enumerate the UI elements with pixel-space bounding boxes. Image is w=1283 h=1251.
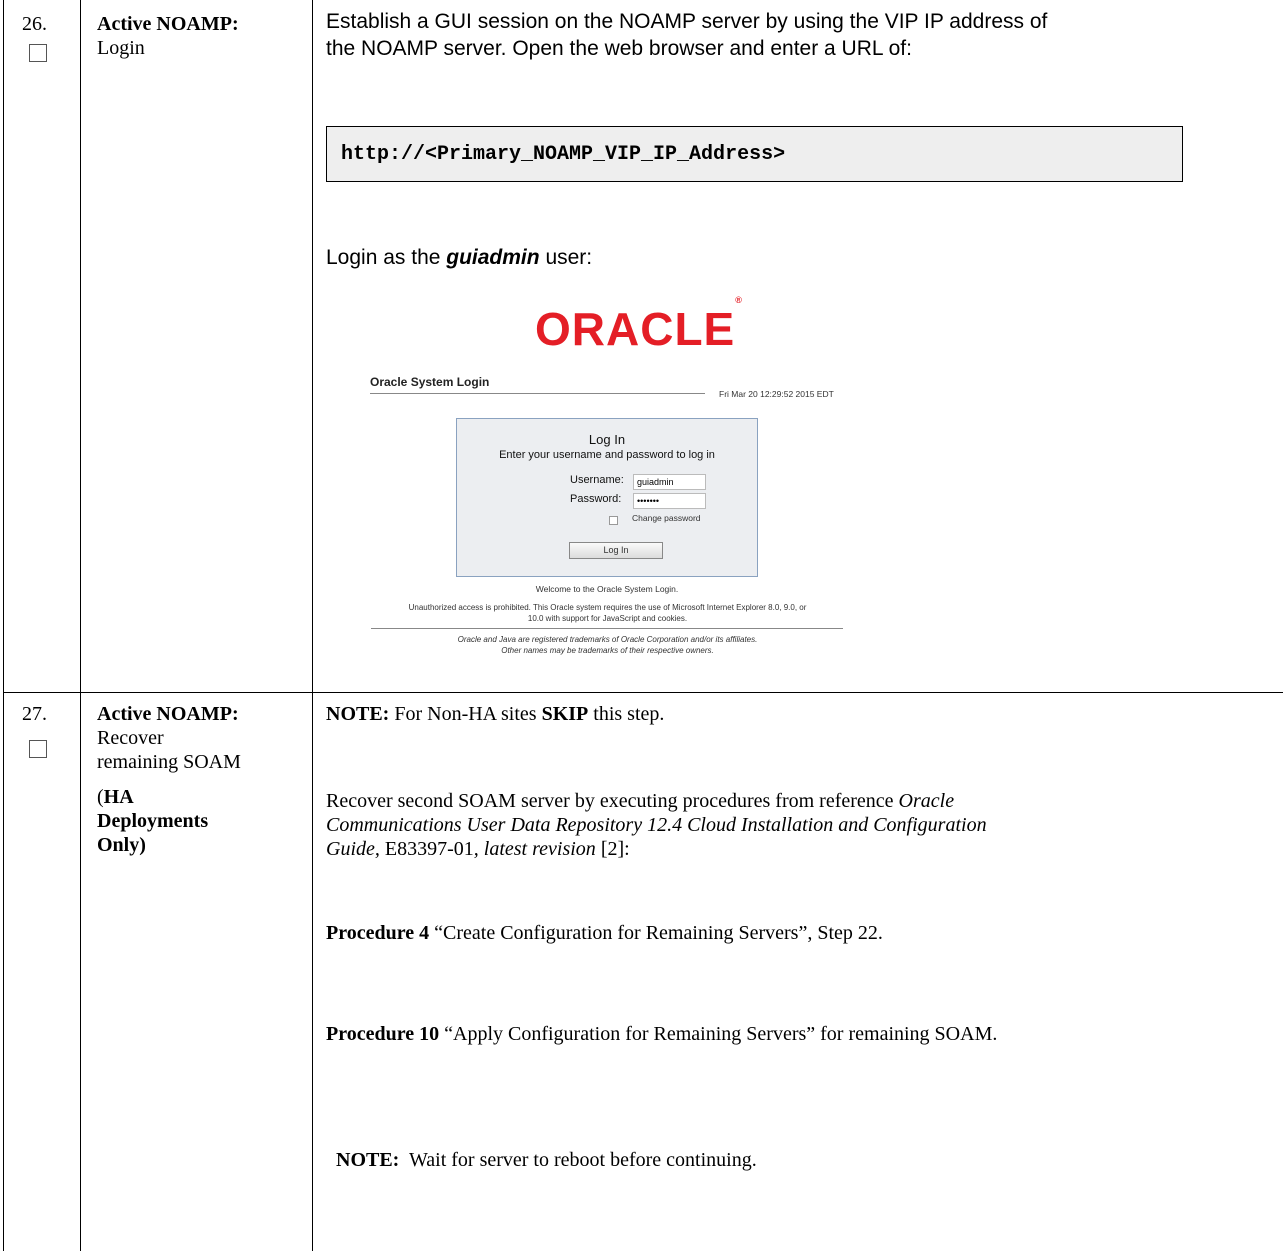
registered-mark: ® — [735, 294, 743, 305]
step-instruction-line: Establish a GUI session on the NOAMP ser… — [326, 10, 1048, 33]
recover-instruction-line: Guide, E83397-01, latest revision [2]: — [326, 837, 630, 861]
procedure-label: Procedure 4 — [326, 922, 430, 944]
login-username-emphasis: guiadmin — [446, 246, 540, 269]
step-title: Recover — [97, 727, 164, 749]
login-button[interactable]: Log In — [569, 542, 663, 559]
reference-title: Guide, — [326, 838, 380, 860]
login-box-subtitle: Enter your username and password to log … — [499, 449, 715, 461]
recover-instruction-line: Communications User Data Repository 12.4… — [326, 814, 987, 836]
table-col-divider-2 — [312, 0, 313, 1251]
reference-id: E83397-01 — [379, 838, 474, 860]
browser-notice-line: 10.0 with support for JavaScript and coo… — [527, 614, 688, 623]
step-actor: Active NOAMP: — [97, 703, 239, 725]
table-col-divider-1 — [80, 0, 81, 1251]
oracle-logo: ORACLE® — [535, 295, 743, 356]
note-text: Wait for server to reboot before continu… — [399, 1149, 757, 1171]
username-label: Username: — [570, 474, 624, 486]
url-code-box: http://<Primary_NOAMP_VIP_IP_Address> — [326, 126, 1183, 182]
step-actor: Active NOAMP: — [97, 13, 239, 35]
trademark-line: Other names may be trademarks of their r… — [501, 646, 714, 655]
note-text: this step. — [588, 703, 665, 725]
step-title: remaining SOAM — [97, 751, 241, 773]
ha-text: Only — [97, 834, 140, 856]
procedure-text: “Apply Configuration for Remaining Serve… — [439, 1023, 998, 1045]
login-instruction: Login as the guiadmin user: — [326, 244, 592, 271]
login-box-title: Log In — [588, 432, 626, 447]
login-timestamp: Fri Mar 20 12:29:52 2015 EDT — [719, 389, 834, 399]
password-label: Password: — [570, 493, 622, 505]
welcome-text: Welcome to the Oracle System Login. — [535, 584, 679, 594]
password-field[interactable]: ••••••• — [633, 493, 706, 509]
ha-deployments-label: Deployments — [97, 810, 209, 832]
step-title: Login — [97, 37, 145, 59]
note-text: For Non-HA sites — [389, 703, 542, 725]
url-text: http://<Primary_NOAMP_VIP_IP_Address> — [341, 143, 786, 166]
step-number: 26. — [22, 13, 47, 35]
note-non-ha: NOTE: For Non-HA sites SKIP this step. — [326, 702, 664, 726]
username-field[interactable]: guiadmin — [633, 474, 706, 490]
ha-deployments-label: Only) — [97, 833, 146, 857]
login-prefix: Login as the — [326, 246, 447, 269]
ha-open-paren: ( — [97, 786, 104, 808]
change-password-checkbox[interactable] — [609, 516, 618, 525]
procedure-4-line: Procedure 4 “Create Configuration for Re… — [326, 921, 883, 945]
oracle-logo-text: ORACLE — [535, 303, 736, 355]
login-suffix: user: — [539, 246, 593, 269]
procedure-10-line: Procedure 10 “Apply Configuration for Re… — [326, 1022, 997, 1046]
step-checkbox[interactable] — [29, 44, 47, 62]
step-instruction-line: the NOAMP server. Open the web browser a… — [326, 37, 912, 60]
trademark-line: Oracle and Java are registered trademark… — [457, 635, 758, 644]
reference-title: Oracle — [898, 790, 955, 812]
step-number: 27. — [22, 703, 47, 725]
login-page-heading: Oracle System Login — [370, 375, 490, 389]
ha-close-paren: ) — [139, 834, 146, 856]
table-left-border — [3, 0, 4, 1251]
heading-underline — [370, 393, 705, 394]
procedure-label: Procedure 10 — [326, 1023, 440, 1045]
table-row-divider — [3, 692, 1283, 693]
reference-number: [2]: — [595, 838, 630, 860]
step-checkbox[interactable] — [29, 740, 47, 758]
reference-revision: , latest revision — [473, 838, 596, 860]
change-password-label: Change password — [632, 513, 701, 523]
procedure-text: “Create Configuration for Remaining Serv… — [429, 922, 883, 944]
recover-text: Recover second SOAM server by executing … — [326, 790, 899, 812]
ha-text: HA — [103, 786, 134, 808]
note-label: NOTE: — [326, 703, 390, 725]
note-reboot: NOTE: Wait for server to reboot before c… — [326, 1124, 757, 1172]
ha-deployments-label: (HA — [97, 785, 134, 809]
note-label: NOTE: — [336, 1149, 400, 1171]
footer-divider — [371, 628, 843, 629]
recover-instruction-line: Recover second SOAM server by executing … — [326, 789, 954, 813]
skip-emphasis: SKIP — [541, 703, 589, 725]
browser-notice-line: Unauthorized access is prohibited. This … — [408, 603, 807, 612]
